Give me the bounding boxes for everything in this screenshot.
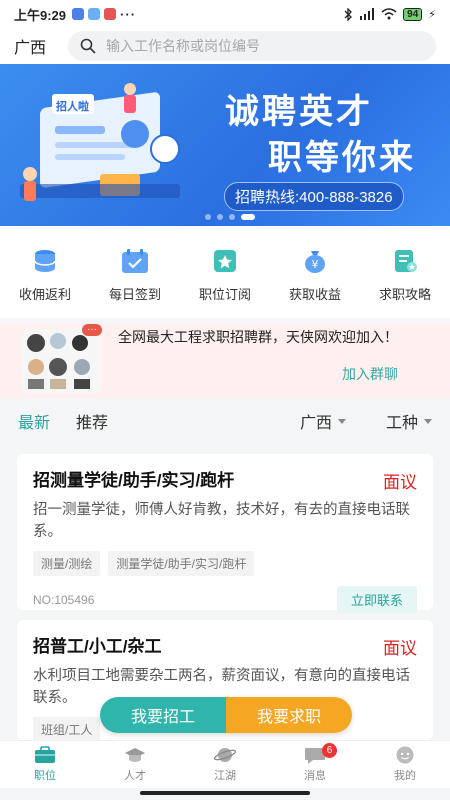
battery-level: 94: [403, 7, 423, 21]
caret-down-icon: [424, 418, 432, 424]
signal-icon: [360, 8, 375, 20]
job-tag: 测量学徒/助手/实习/跑杆: [108, 551, 255, 576]
tabbar-label: 江湖: [214, 770, 236, 782]
message-count-badge: 6: [322, 743, 337, 758]
job-title: 招测量学徒/助手/实习/跑杆: [33, 471, 235, 490]
recruitment-illustration: [20, 83, 180, 201]
floating-action-bar: 我要招工 我要求职: [100, 697, 352, 733]
job-description: 招一测量学徒，师傅人好肯教，技术好，有去的直接电话联系。: [33, 502, 410, 540]
group-badge: ···: [82, 324, 102, 336]
city-selector[interactable]: 广西: [14, 34, 54, 58]
post-job-button[interactable]: 我要招工: [100, 697, 226, 733]
job-salary: 面议: [383, 473, 417, 492]
profile-icon: [396, 746, 414, 764]
app-notification-icon: [88, 8, 101, 20]
search-input[interactable]: [106, 38, 424, 54]
quick-item-label: 获取收益: [288, 286, 341, 302]
wifi-icon: [381, 8, 397, 20]
contact-button[interactable]: 立即联系: [336, 586, 417, 613]
banner-pagination: [205, 214, 255, 220]
planet-icon: [214, 748, 236, 762]
star-badge-icon: [210, 246, 240, 276]
charging-icon: ⚡: [428, 8, 436, 21]
home-indicator[interactable]: [140, 791, 310, 795]
tabbar-item-talent[interactable]: 人才: [100, 741, 170, 788]
banner-hotline: 招聘热线:400-888-3826: [224, 182, 404, 211]
job-number: NO:105496: [33, 592, 95, 607]
tabbar-item-community[interactable]: 江湖: [190, 741, 260, 788]
promo-banner[interactable]: 招人啦 诚聘英才 职等你来 招聘热线:400-888-3826: [0, 64, 450, 226]
quick-menu: 收佣返利 每日签到 职位订阅 ¥ 获取收益 求职攻略: [0, 226, 450, 318]
caret-down-icon: [337, 418, 346, 424]
calendar-check-icon: [120, 246, 150, 276]
quick-item-label: 职位订阅: [198, 286, 251, 302]
search-bar[interactable]: [68, 31, 436, 61]
banner-sign: 招人啦: [56, 101, 89, 113]
job-type-filter[interactable]: 工种: [386, 409, 432, 433]
app-notification-icon: [104, 8, 117, 20]
bluetooth-icon: [344, 7, 353, 21]
job-tag: 班组/工人: [33, 717, 101, 742]
region-filter[interactable]: 广西: [300, 409, 346, 433]
job-title: 招普工/小工/杂工: [33, 637, 162, 656]
document-star-icon: [390, 246, 420, 276]
tabbar-label: 职位: [34, 770, 56, 782]
money-bag-icon: ¥: [300, 246, 330, 276]
job-tags: 测量/测绘 测量学徒/助手/实习/跑杆: [33, 551, 417, 576]
quick-item-subscribe[interactable]: 职位订阅: [185, 246, 265, 303]
quick-item-label: 每日签到: [108, 286, 161, 302]
group-promo-text: 全网最大工程求职招聘群，天侠网欢迎加入！: [118, 329, 398, 345]
quick-item-earnings[interactable]: ¥ 获取收益: [275, 246, 355, 303]
group-thumbnail: [22, 329, 102, 393]
quick-item-label: 收佣返利: [18, 286, 71, 302]
tabbar-label: 我的: [394, 770, 416, 782]
tab-recommend[interactable]: 推荐: [76, 409, 108, 433]
find-job-button[interactable]: 我要求职: [226, 697, 352, 733]
job-list-tabs: 最新 推荐 广西 工种: [0, 398, 450, 444]
tab-latest[interactable]: 最新: [18, 409, 50, 433]
job-salary: 面议: [383, 639, 417, 658]
tabbar-item-jobs[interactable]: 职位: [10, 741, 80, 788]
search-icon: [80, 38, 96, 54]
briefcase-icon: [35, 746, 55, 763]
join-group-link[interactable]: 加入群聊: [342, 364, 398, 384]
job-tag: 测量/测绘: [33, 551, 101, 576]
banner-title-line2: 职等你来: [268, 139, 416, 177]
tabbar-item-profile[interactable]: 我的: [370, 741, 440, 788]
quick-item-label: 求职攻略: [378, 286, 431, 302]
job-meta: NO:105496 立即联系: [33, 586, 417, 613]
svg-text:¥: ¥: [312, 258, 319, 271]
job-type-filter-label: 工种: [385, 415, 418, 432]
more-notifications-icon: ···: [120, 6, 137, 22]
search-header: 广西: [0, 28, 450, 64]
quick-item-guide[interactable]: 求职攻略: [365, 246, 445, 303]
status-bar: 上午9:29 ··· 94 ⚡: [0, 0, 450, 28]
tabbar-label: 人才: [124, 770, 146, 782]
tabbar-label: 消息: [304, 770, 326, 782]
bottom-tab-bar: 职位 人才 江湖 6 消息 我的: [0, 740, 450, 788]
tabbar-item-messages[interactable]: 6 消息: [280, 741, 350, 788]
graduation-cap-icon: [125, 748, 145, 762]
pagination-dot: [217, 214, 223, 220]
quick-item-checkin[interactable]: 每日签到: [95, 246, 175, 303]
group-promo[interactable]: ··· 全网最大工程求职招聘群，天侠网欢迎加入！ 加入群聊: [0, 324, 450, 398]
quick-item-commission[interactable]: 收佣返利: [5, 246, 85, 303]
job-card[interactable]: 招测量学徒/助手/实习/跑杆 面议 招一测量学徒，师傅人好肯教，技术好，有去的直…: [17, 454, 433, 613]
banner-title-line1: 诚聘英才: [225, 93, 373, 131]
app-notification-icon: [72, 8, 85, 20]
pagination-dot: [229, 214, 235, 220]
status-time: 上午9:29: [14, 7, 67, 23]
region-filter-label: 广西: [299, 415, 332, 432]
pagination-dot: [205, 214, 211, 220]
pagination-dot-active: [241, 214, 255, 220]
database-icon: [30, 246, 60, 276]
